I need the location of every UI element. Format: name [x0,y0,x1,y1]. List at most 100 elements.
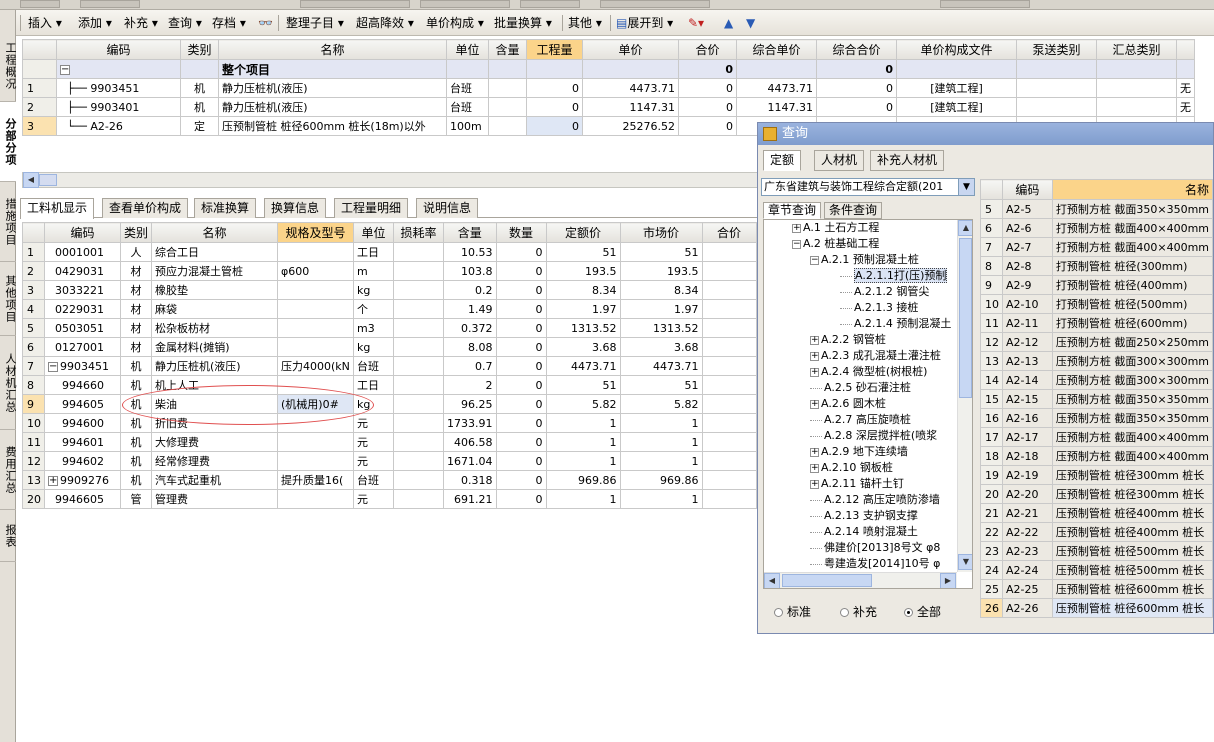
resource-content[interactable]: 1.49 [443,299,497,319]
toolbar-button[interactable] [300,0,410,8]
resource-name[interactable]: 综合工日 [151,242,279,262]
table-row[interactable]: 21 A2-21 压预制管桩 桩径400mm 桩长 [980,503,1214,523]
chevron-down-icon[interactable]: ▼ [958,179,974,195]
resource-unit[interactable]: 台班 [353,470,395,490]
column-header[interactable]: 名称 [151,222,279,243]
tree-node[interactable]: + A.2.10 钢板桩 [810,460,893,476]
resource-type[interactable]: 材 [119,318,153,338]
resource-type[interactable]: 机 [119,432,153,452]
collapse-toggle[interactable]: − [60,64,70,75]
resource-unit[interactable]: 台班 [353,356,395,376]
resource-total[interactable] [701,261,757,281]
quota-name[interactable]: 压预制管桩 桩径600mm 桩长 [1051,579,1214,599]
resource-total[interactable] [701,299,757,319]
tree-node[interactable]: 佛建价[2013]8号文 φ8 [810,540,940,556]
resource-type[interactable]: 材 [119,280,153,300]
quota-name[interactable]: 压预制方桩 截面250×250mm [1051,332,1214,352]
resource-spec[interactable] [277,318,355,338]
resource-unit[interactable]: kg [353,280,395,300]
scroll-left-icon[interactable]: ◀ [23,172,39,188]
tab-conversion-info[interactable]: 换算信息 [264,198,327,218]
resource-market-price[interactable]: 3.68 [619,337,703,357]
resource-total[interactable] [701,356,757,376]
expand-toggle[interactable]: + [48,475,58,486]
resource-base-price[interactable]: 1 [545,432,621,452]
resource-type[interactable]: 材 [119,299,153,319]
tree-node[interactable]: A.2.1.4 预制混凝土 [840,316,951,332]
table-row[interactable]: 18 A2-18 压预制方桩 截面400×400mm [980,446,1214,466]
expand-toggle[interactable]: + [810,351,819,361]
expand-toggle[interactable]: + [792,223,801,233]
item-unit[interactable]: 台班 [446,97,489,117]
radio-all[interactable]: 全部 [904,603,941,620]
resource-market-price[interactable]: 1 [619,413,703,433]
item-unit[interactable]: 100m [446,116,489,136]
quota-library-select[interactable]: 广东省建筑与装饰工程综合定额(201 ▼ [761,178,975,196]
resource-content[interactable]: 2 [443,375,497,395]
tree-node[interactable]: − A.2.1 预制混凝土桩 [810,252,919,268]
resource-spec[interactable]: φ600 [277,261,355,281]
resource-market-price[interactable]: 5.82 [619,394,703,414]
resource-unit[interactable]: 工日 [353,375,395,395]
table-row[interactable]: 2 ├── 9903401 机 静力压桩机(液压) 台班 0 1147.31 0… [22,97,1195,117]
radio-icon[interactable] [774,608,783,617]
tree-node[interactable]: A.2.7 高压旋喷桩 [810,412,911,428]
resource-unit[interactable]: 个 [353,299,395,319]
resource-count[interactable]: 0 [495,432,547,452]
resource-spec[interactable] [277,337,355,357]
column-header[interactable]: 单价构成文件 [896,39,1017,60]
radio-icon[interactable] [904,608,913,617]
resource-base-price[interactable]: 1 [545,451,621,471]
table-row[interactable]: 16 A2-16 压预制方桩 截面350×350mm [980,408,1214,428]
item-code[interactable]: └── A2-26 [56,116,181,136]
tree-node[interactable]: + A.2.6 圆木桩 [810,396,886,412]
resource-content[interactable]: 0.2 [443,280,497,300]
resource-name[interactable]: 金属材料(摊销) [151,337,279,357]
resource-count[interactable]: 0 [495,470,547,490]
quota-name[interactable]: 压预制方桩 截面300×300mm [1051,370,1214,390]
quota-name[interactable]: 打预制管桩 桩径(500mm) [1051,294,1214,314]
archive-menu[interactable]: 存档 ▾ [210,14,248,32]
table-row[interactable]: 24 A2-24 压预制管桩 桩径500mm 桩长 [980,560,1214,580]
item-name[interactable]: 静力压桩机(液压) [218,97,447,117]
expand-toggle[interactable]: + [810,335,819,345]
add-menu[interactable]: 添加 ▾ [76,14,114,32]
quota-code[interactable]: A2-8 [1002,256,1053,276]
resource-base-price[interactable]: 1.97 [545,299,621,319]
tab-quantity-details[interactable]: 工程量明细 [334,198,409,218]
resource-code[interactable]: 994605 [44,394,121,414]
tab-standard-conversion[interactable]: 标准换算 [194,198,257,218]
tab-description[interactable]: 说明信息 [416,198,479,218]
resource-content[interactable]: 0.372 [443,318,497,338]
radio-standard[interactable]: 标准 [774,603,811,620]
item-total[interactable]: 0 [678,97,737,117]
column-header[interactable] [1176,39,1195,60]
tab-labor-material-machine[interactable]: 人材机 [814,150,865,171]
resource-count[interactable]: 0 [495,299,547,319]
tab-project-overview[interactable]: 工程概况 [0,30,17,102]
table-row[interactable]: 23 A2-23 压预制管桩 桩径500mm 桩长 [980,541,1214,561]
resource-name[interactable]: 汽车式起重机 [151,470,279,490]
table-row[interactable]: 25 A2-25 压预制管桩 桩径600mm 桩长 [980,579,1214,599]
resource-spec[interactable] [277,432,355,452]
radio-icon[interactable] [840,608,849,617]
table-row[interactable]: 6 A2-6 打预制方桩 截面400×400mm [980,218,1214,238]
resource-content[interactable]: 0.318 [443,470,497,490]
quota-code[interactable]: A2-10 [1002,294,1053,314]
other-menu[interactable]: 其他 ▾ [566,14,604,32]
column-header[interactable]: 单位 [446,39,489,60]
column-header[interactable]: 名称 [1051,179,1214,200]
resource-code[interactable]: 9946605 [44,489,121,509]
table-row[interactable]: 6 0127001 材金属材料(摊销) kg 8.08 0 3.68 3.68 [22,337,757,357]
resource-code[interactable]: 0229031 [44,299,121,319]
item-quantity[interactable]: 0 [526,97,583,117]
resource-count[interactable]: 0 [495,489,547,509]
expand-toggle[interactable]: + [810,463,819,473]
item-unit[interactable]: 台班 [446,78,489,98]
table-row[interactable]: 7−9903451 机静力压桩机(液压) 压力4000(kN 台班 0.7 0 4473.7… [22,356,757,376]
column-header[interactable]: 类别 [180,39,219,60]
resource-unit[interactable]: kg [353,337,395,357]
resource-base-price[interactable]: 51 [545,242,621,262]
horizontal-scrollbar[interactable]: ◀ [22,172,758,188]
tree-node[interactable]: + A.2.2 钢管桩 [810,332,886,348]
